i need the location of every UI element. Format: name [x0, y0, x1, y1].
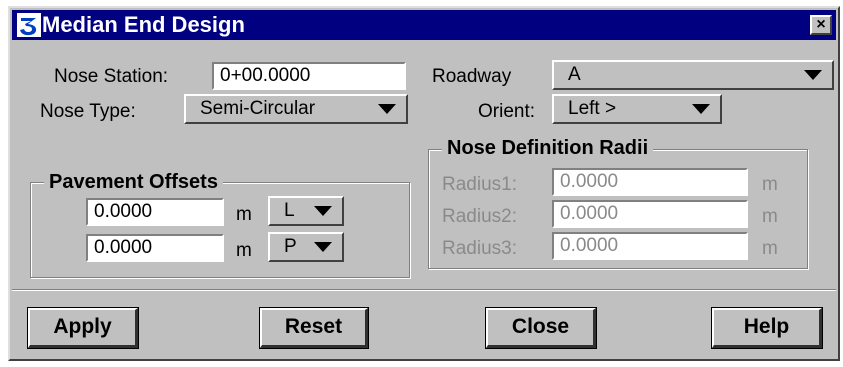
pavement-offset-2-side-dropdown[interactable]: P	[268, 232, 344, 262]
pavement-offset-2-input[interactable]: 0.0000	[86, 234, 224, 262]
title-bar[interactable]: Median End Design ×	[12, 10, 836, 40]
radius2-input[interactable]: 0.0000	[552, 200, 748, 228]
radius3-input[interactable]: 0.0000	[552, 232, 748, 260]
pavement-offset-2-unit: m	[236, 240, 252, 261]
radius2-unit: m	[762, 206, 778, 227]
pavement-offset-1-input[interactable]: 0.0000	[86, 198, 224, 226]
close-button[interactable]: Close	[485, 307, 597, 349]
nose-type-dropdown[interactable]: Semi-Circular	[184, 94, 408, 124]
orient-value: Left >	[568, 98, 617, 119]
chevron-down-icon	[378, 104, 396, 114]
nose-station-input[interactable]: 0+00.0000	[212, 62, 406, 90]
chevron-down-icon	[692, 104, 710, 114]
nose-radii-title: Nose Definition Radii	[442, 137, 654, 159]
roadway-value: A	[568, 64, 581, 85]
chevron-down-icon	[314, 242, 332, 252]
radius3-label: Radius3:	[442, 238, 517, 259]
radius2-label: Radius2:	[442, 206, 517, 227]
radius3-unit: m	[762, 238, 778, 259]
radius1-label: Radius1:	[442, 174, 517, 195]
three-icon	[17, 13, 41, 37]
pavement-offset-1-side-dropdown[interactable]: L	[268, 196, 344, 226]
pavement-offset-1-side: L	[284, 200, 295, 221]
chevron-down-icon	[804, 70, 822, 80]
pavement-offset-2-side: P	[284, 236, 297, 257]
divider	[12, 289, 836, 291]
help-button[interactable]: Help	[711, 307, 823, 349]
radius1-input[interactable]: 0.0000	[552, 168, 748, 196]
nose-type-value: Semi-Circular	[200, 98, 316, 119]
close-icon: ×	[816, 16, 826, 33]
nose-type-label: Nose Type:	[40, 101, 136, 122]
chevron-down-icon	[314, 206, 332, 216]
orient-dropdown[interactable]: Left >	[552, 94, 722, 124]
radius1-unit: m	[762, 174, 778, 195]
window-title: Median End Design	[42, 12, 245, 37]
roadway-dropdown[interactable]: A	[552, 60, 834, 90]
apply-button[interactable]: Apply	[27, 307, 139, 349]
roadway-label: Roadway	[432, 66, 512, 87]
pavement-offset-1-unit: m	[236, 204, 252, 225]
close-window-button[interactable]: ×	[810, 15, 832, 35]
nose-station-label: Nose Station:	[54, 66, 169, 87]
pavement-offsets-group	[30, 182, 410, 278]
orient-label: Orient:	[478, 101, 536, 122]
pavement-offsets-title: Pavement Offsets	[44, 171, 223, 193]
reset-button[interactable]: Reset	[259, 307, 369, 349]
median-end-design-dialog: Median End Design × Nose Station: 0+00.0…	[8, 6, 840, 361]
